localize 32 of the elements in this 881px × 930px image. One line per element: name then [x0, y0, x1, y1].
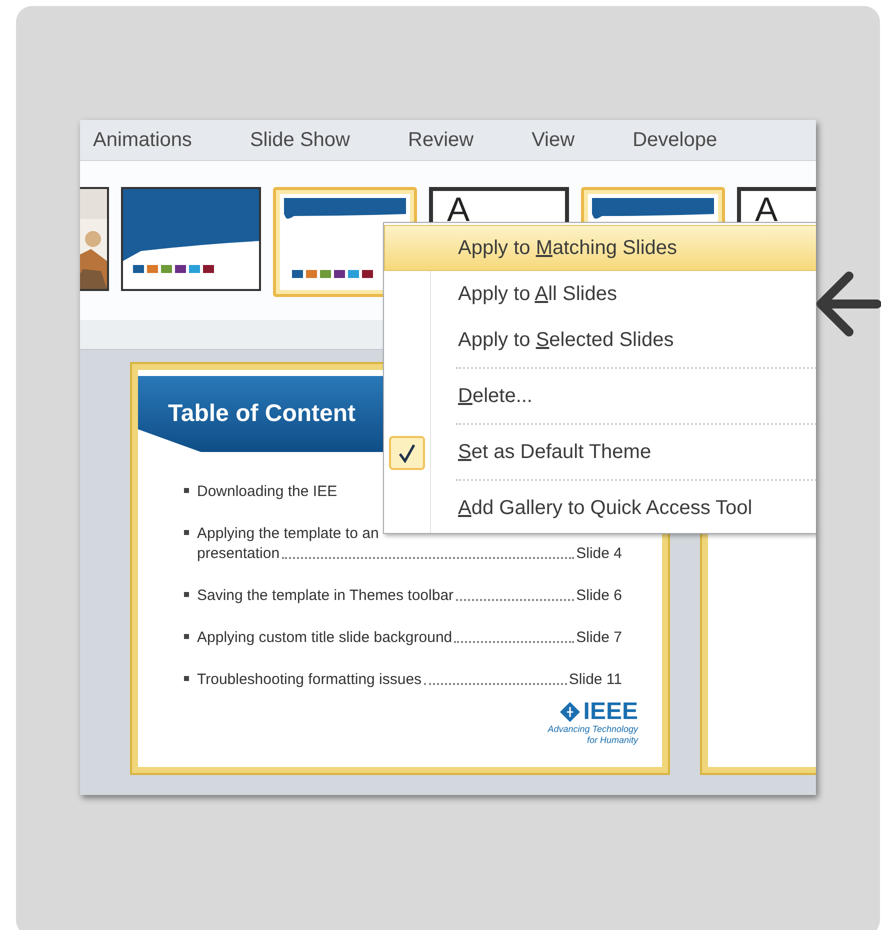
menu-item[interactable]: Set as Default Theme [384, 429, 816, 475]
toc-page: Slide 6 [576, 586, 622, 606]
diamond-logo-icon [559, 701, 582, 723]
bullet-icon [184, 634, 189, 639]
ribbon-tab[interactable]: Review [408, 125, 474, 155]
toc-page: Slide 11 [568, 670, 622, 690]
logo-tagline: Advancing Technology [548, 724, 638, 735]
menu-item[interactable]: Add Gallery to Quick Access Tool [384, 485, 816, 531]
toc-entry: Saving the template in Themes toolbar [197, 586, 454, 606]
toc-entry: Applying the template to an [197, 524, 379, 544]
menu-item[interactable]: Apply to Matching Slides [384, 225, 816, 271]
ribbon-tab[interactable]: View [532, 125, 575, 155]
menu-item[interactable]: Apply to Selected Slides [384, 317, 816, 363]
ribbon-tab[interactable]: Animations [93, 125, 192, 155]
toc-entry: presentation [197, 544, 280, 564]
toc-entry: Applying custom title slide background [197, 628, 452, 648]
slide-title: Table of Content [168, 399, 356, 429]
menu-item[interactable]: Apply to All Slides [384, 271, 816, 317]
toc-page: Slide 4 [576, 544, 622, 564]
bullet-icon [184, 676, 189, 681]
bullet-icon [184, 488, 189, 493]
bullet-icon [184, 530, 189, 535]
check-icon [398, 443, 416, 463]
toc-entry: Troubleshooting formatting issues [197, 670, 422, 690]
logo-name: IEEE [583, 700, 638, 724]
bullet-icon [184, 592, 189, 597]
ribbon-tab[interactable]: Slide Show [250, 125, 350, 155]
menu-item[interactable]: Delete... [384, 373, 816, 419]
ribbon-tab[interactable]: Develope [632, 125, 718, 155]
logo-tagline: for Humanity [586, 735, 638, 746]
toc-page: Slide 7 [576, 628, 622, 648]
toc-entry: Downloading the IEE [197, 482, 338, 502]
